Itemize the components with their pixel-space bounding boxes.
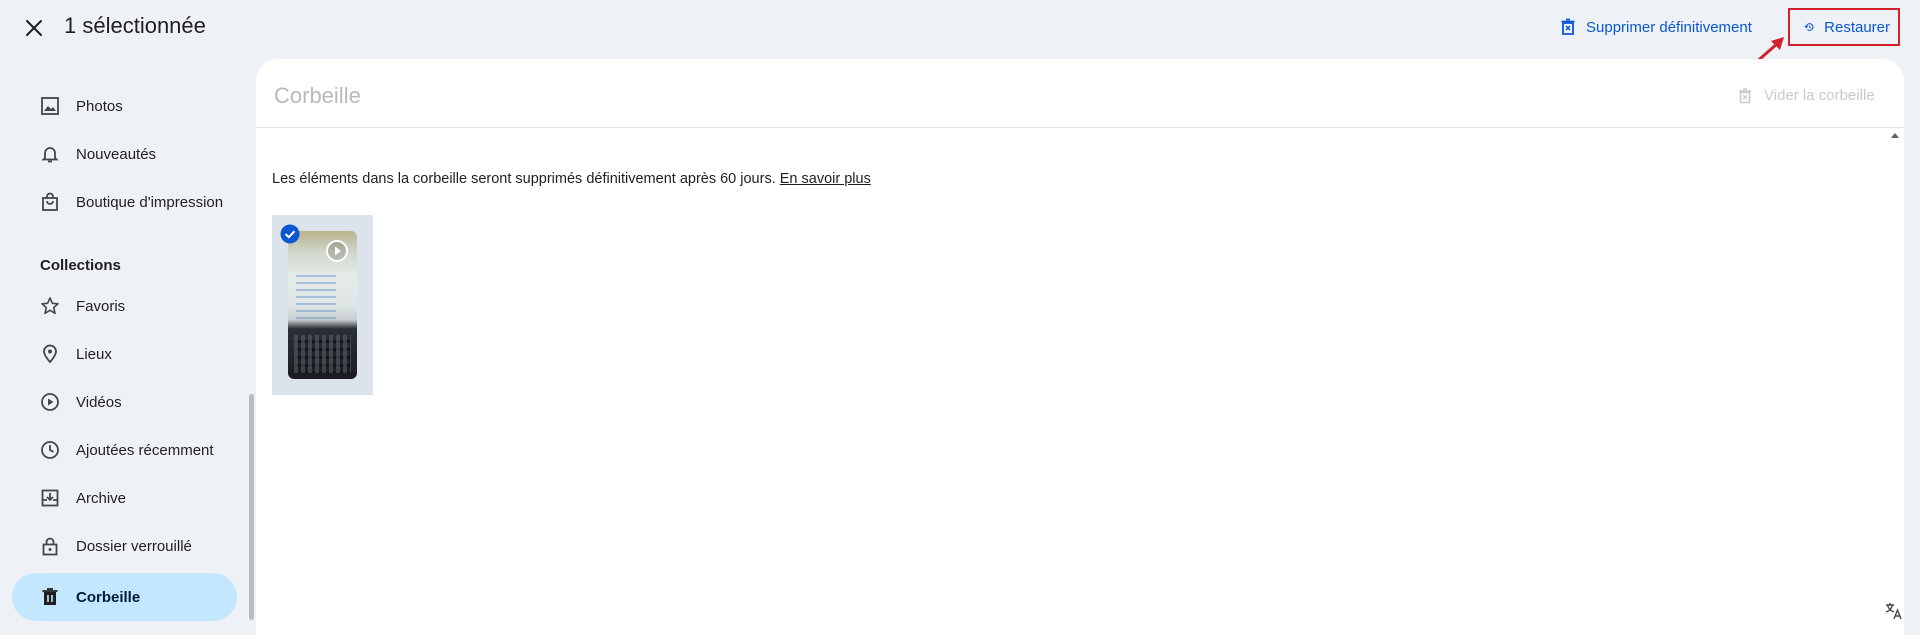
sidebar-item-label: Favoris [76, 297, 126, 315]
play-circle-icon [326, 240, 348, 262]
sidebar-item-photos[interactable]: Photos [12, 82, 237, 130]
sidebar-item-videos[interactable]: Vidéos [12, 378, 237, 426]
sidebar: Photos Nouveautés Boutique d'impression … [0, 56, 256, 635]
star-icon [41, 297, 59, 315]
lock-icon [42, 537, 58, 556]
top-selection-bar: 1 sélectionnée Supprimer définitivement … [0, 0, 1920, 67]
restore-label: Restaurer [1824, 18, 1890, 36]
sidebar-scrollbar[interactable] [249, 394, 254, 620]
sidebar-item-label: Corbeille [76, 588, 141, 606]
sidebar-item-label: Photos [76, 97, 123, 115]
play-circle-icon [41, 393, 59, 411]
trash-info-text: Les éléments dans la corbeille seront su… [272, 171, 871, 187]
sidebar-item-label: Nouveautés [76, 145, 157, 163]
delete-permanently-button[interactable]: Supprimer définitivement [1560, 12, 1752, 42]
photo-icon [41, 97, 59, 115]
empty-trash-label: Vider la corbeille [1764, 87, 1875, 104]
sidebar-item-places[interactable]: Lieux [12, 330, 237, 378]
empty-trash-button[interactable]: Vider la corbeille [1738, 87, 1875, 104]
restore-button[interactable]: Restaurer [1788, 8, 1900, 46]
trash-icon [42, 588, 58, 605]
clock-icon [41, 441, 59, 459]
trash-info-message: Les éléments dans la corbeille seront su… [272, 171, 776, 187]
delete-permanently-label: Supprimer définitivement [1586, 18, 1752, 36]
shopping-bag-icon [42, 192, 58, 211]
sidebar-item-label: Boutique d'impression [76, 193, 224, 211]
scroll-up-arrow-icon[interactable] [1890, 131, 1900, 139]
close-icon [26, 20, 42, 36]
sidebar-item-favorites[interactable]: Favoris [12, 282, 237, 330]
collections-heading: Collections [40, 257, 121, 274]
restore-history-icon [1804, 23, 1814, 31]
sidebar-item-label: Ajoutées récemment [76, 441, 214, 459]
bell-icon [41, 147, 59, 163]
main-panel: Corbeille Vider la corbeille Les élément… [256, 59, 1904, 635]
sidebar-item-label: Archive [76, 489, 127, 507]
main-header: Corbeille Vider la corbeille [256, 59, 1904, 128]
selected-check-icon[interactable] [280, 224, 300, 244]
delete-forever-icon [1561, 18, 1575, 35]
sidebar-item-trash[interactable]: Corbeille [12, 573, 237, 621]
sidebar-item-recently-added[interactable]: Ajoutées récemment [12, 426, 237, 474]
selected-video-thumbnail[interactable] [272, 215, 373, 395]
close-selection-button[interactable] [16, 10, 52, 46]
sidebar-item-label: Vidéos [76, 393, 122, 411]
delete-forever-icon [1739, 87, 1751, 103]
location-pin-icon [43, 344, 57, 364]
thumbnail-screen-detail [296, 275, 336, 321]
learn-more-link[interactable]: En savoir plus [780, 171, 871, 187]
sidebar-item-news[interactable]: Nouveautés [12, 130, 237, 178]
sidebar-item-print-store[interactable]: Boutique d'impression [12, 178, 237, 226]
video-thumbnail-image [288, 231, 357, 379]
sidebar-item-label: Lieux [76, 345, 112, 363]
selection-count-title: 1 sélectionnée [64, 13, 206, 38]
page-title: Corbeille [274, 83, 361, 108]
translate-icon[interactable] [1884, 601, 1904, 621]
sidebar-item-locked-folder[interactable]: Dossier verrouillé [12, 522, 237, 570]
archive-icon [41, 489, 59, 507]
sidebar-item-label: Dossier verrouillé [76, 537, 192, 555]
thumbnail-keyboard-detail [294, 335, 351, 373]
sidebar-item-archive[interactable]: Archive [12, 474, 237, 522]
